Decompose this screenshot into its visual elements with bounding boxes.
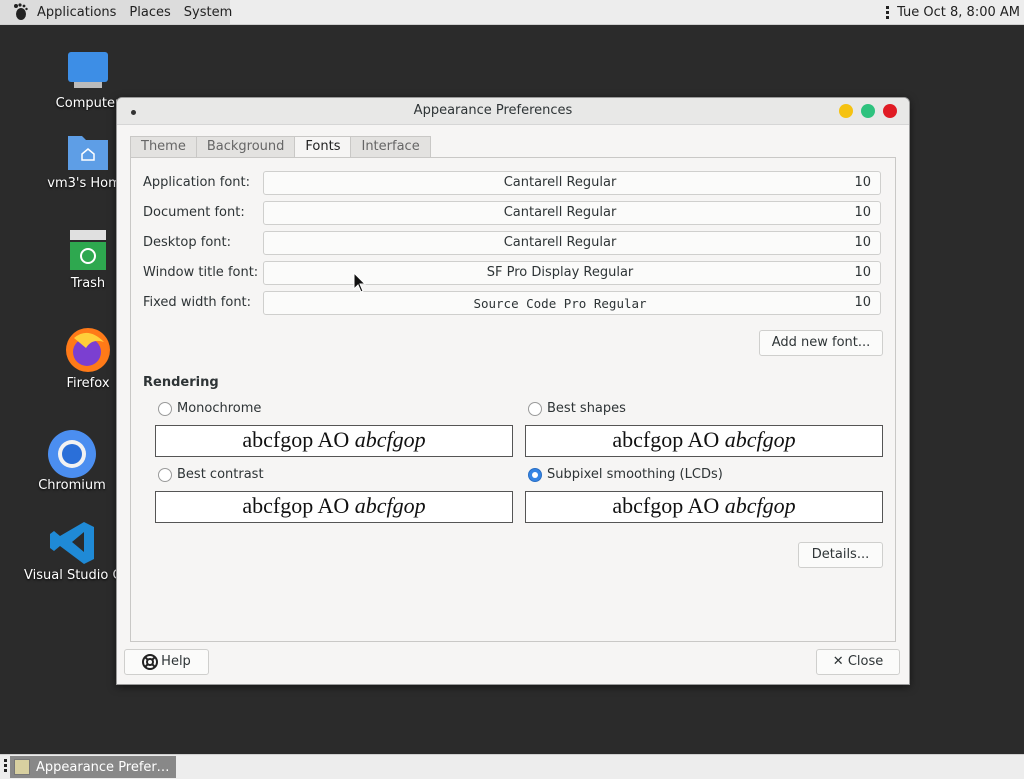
chromium-icon <box>48 430 96 478</box>
vscode-icon <box>50 522 94 564</box>
font-row-desktop: Desktop font: Cantarell Regular 10 <box>143 231 883 255</box>
desktop-font-button[interactable]: Cantarell Regular 10 <box>263 231 881 255</box>
taskbar-window-button[interactable]: Appearance Prefere... <box>10 756 176 778</box>
fonts-page: Application font: Cantarell Regular 10 D… <box>130 157 896 642</box>
computer-icon <box>68 52 108 88</box>
clock[interactable]: Tue Oct 8, 8:00 AM <box>897 5 1020 20</box>
preview-subpixel-smoothing[interactable]: abcfgop AO abcfgop <box>525 491 883 523</box>
details-button[interactable]: Details... <box>798 542 883 568</box>
document-font-button[interactable]: Cantarell Regular 10 <box>263 201 881 225</box>
menu-places[interactable]: Places <box>124 5 178 20</box>
menu-bar: Applications Places System <box>0 0 232 24</box>
menu-applications[interactable]: Applications <box>32 5 124 20</box>
preview-italic: abcfgop <box>354 427 426 452</box>
top-panel: Applications Places System Tue Oct 8, 8:… <box>0 0 1024 25</box>
appearance-preferences-window: Appearance Preferences Theme Background … <box>116 97 910 685</box>
font-name: Cantarell Regular <box>503 175 617 190</box>
font-row-fixed-width: Fixed width font: Source Code Pro Regula… <box>143 291 883 315</box>
window-title: Appearance Preferences <box>413 103 573 118</box>
font-row-application: Application font: Cantarell Regular 10 <box>143 171 883 195</box>
radio-best-contrast[interactable]: Best contrast <box>158 467 264 482</box>
font-name: Cantarell Regular <box>503 205 617 220</box>
help-icon <box>142 654 159 670</box>
font-size: 10 <box>854 265 871 280</box>
add-new-font-button[interactable]: Add new font... <box>759 330 883 356</box>
font-row-document: Document font: Cantarell Regular 10 <box>143 201 883 225</box>
font-name: Cantarell Regular <box>503 235 617 250</box>
preview-italic: abcfgop <box>724 493 796 518</box>
taskbar-window-label: Appearance Prefere... <box>36 759 176 775</box>
radio-button[interactable] <box>528 401 542 416</box>
preview-best-shapes[interactable]: abcfgop AO abcfgop <box>525 425 883 457</box>
rendering-heading: Rendering <box>143 375 219 390</box>
application-font-button[interactable]: Cantarell Regular 10 <box>263 171 881 195</box>
radio-subpixel-smoothing[interactable]: Subpixel smoothing (LCDs) <box>528 467 723 482</box>
radio-button[interactable] <box>158 467 172 482</box>
bottom-panel: Appearance Prefere... <box>0 754 1024 779</box>
maximize-button[interactable] <box>861 104 875 118</box>
appearance-app-icon <box>14 759 30 775</box>
radio-button[interactable] <box>158 401 172 416</box>
tab-interface[interactable]: Interface <box>350 136 431 158</box>
minimize-button[interactable] <box>839 104 853 118</box>
desktop-icon-chromium[interactable]: Chromium <box>22 430 122 493</box>
radio-label: Monochrome <box>177 401 262 416</box>
preview-italic: abcfgop <box>354 493 426 518</box>
font-label: Application font: <box>143 175 251 190</box>
preview-regular: abcfgop AO <box>242 427 355 452</box>
preview-best-contrast[interactable]: abcfgop AO abcfgop <box>155 491 513 523</box>
font-name: Source Code Pro Regular <box>473 296 647 311</box>
font-label: Document font: <box>143 205 245 220</box>
close-window-button[interactable] <box>883 104 897 118</box>
tab-background[interactable]: Background <box>195 136 295 158</box>
tab-theme[interactable]: Theme <box>130 136 196 158</box>
radio-monochrome[interactable]: Monochrome <box>158 401 261 416</box>
radio-button[interactable] <box>528 467 542 482</box>
preview-regular: abcfgop AO <box>242 493 355 518</box>
preview-monochrome[interactable]: abcfgop AO abcfgop <box>155 425 513 457</box>
font-size: 10 <box>854 235 871 250</box>
panel-handle-icon[interactable] <box>886 5 890 19</box>
help-button[interactable]: Help <box>124 649 209 675</box>
font-label: Window title font: <box>143 265 259 280</box>
menu-system[interactable]: System <box>179 5 240 20</box>
clock-area: Tue Oct 8, 8:00 AM <box>886 0 1020 24</box>
preview-italic: abcfgop <box>724 427 796 452</box>
font-label: Fixed width font: <box>143 295 252 310</box>
help-label: Help <box>161 654 191 669</box>
font-size: 10 <box>854 175 871 190</box>
close-icon: ✕ <box>832 654 844 669</box>
titlebar[interactable]: Appearance Preferences <box>117 98 909 125</box>
mouse-cursor-icon <box>353 272 367 293</box>
tab-fonts[interactable]: Fonts <box>294 136 351 158</box>
desktop-icon-computer[interactable]: Computer <box>38 48 138 111</box>
font-row-window-title: Window title font: SF Pro Display Regula… <box>143 261 883 285</box>
radio-label: Best contrast <box>177 467 264 482</box>
radio-label: Subpixel smoothing (LCDs) <box>547 467 723 482</box>
preview-regular: abcfgop AO <box>612 427 725 452</box>
font-size: 10 <box>854 205 871 220</box>
tab-bar: Theme Background Fonts Interface <box>130 136 431 158</box>
preview-regular: abcfgop AO <box>612 493 725 518</box>
font-label: Desktop font: <box>143 235 231 250</box>
gnome-foot-icon[interactable] <box>12 3 28 21</box>
fixed-width-font-button[interactable]: Source Code Pro Regular 10 <box>263 291 881 315</box>
panel-handle-icon[interactable] <box>4 759 7 772</box>
desktop-icon-label: Visual Studio Code <box>24 568 124 583</box>
close-button[interactable]: ✕ Close <box>816 649 900 675</box>
font-size: 10 <box>854 295 871 310</box>
radio-best-shapes[interactable]: Best shapes <box>528 401 626 416</box>
radio-label: Best shapes <box>547 401 626 416</box>
desktop-icon-vscode[interactable]: Visual Studio Code <box>24 520 124 583</box>
close-label: Close <box>847 654 884 669</box>
desktop-icon-label: Chromium <box>38 478 106 493</box>
